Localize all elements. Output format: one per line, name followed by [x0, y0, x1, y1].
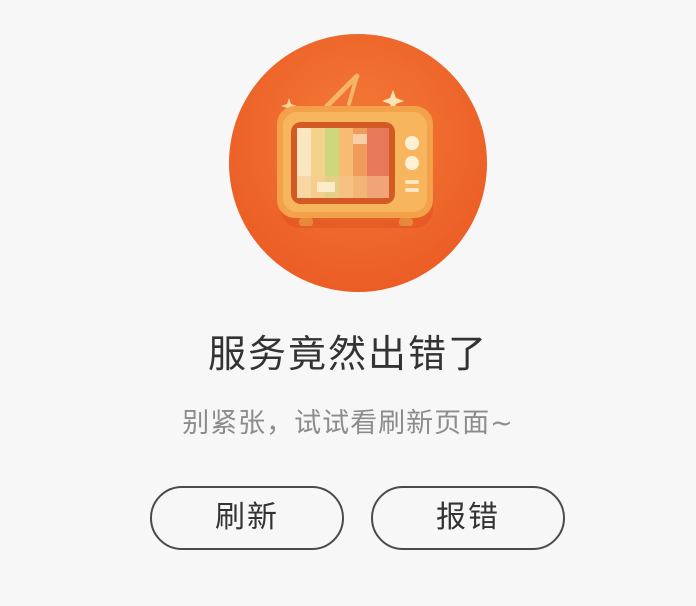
error-page: 服务竟然出错了 别紧张，试试看刷新页面~ 刷新 报错 [0, 0, 696, 606]
error-subtitle: 别紧张，试试看刷新页面~ [182, 408, 514, 439]
error-illustration [229, 34, 487, 292]
retro-tv-icon [229, 34, 487, 292]
refresh-button[interactable]: 刷新 [150, 486, 344, 550]
report-error-button[interactable]: 报错 [371, 486, 565, 550]
error-title: 服务竟然出错了 [207, 332, 488, 376]
